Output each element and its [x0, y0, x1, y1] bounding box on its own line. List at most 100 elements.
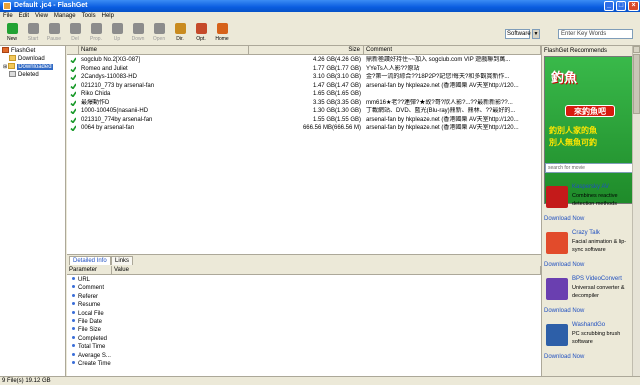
chevron-down-icon[interactable]: ▼: [532, 29, 540, 39]
recommend-item[interactable]: WashandGo PC scrubbing brush software Down…: [544, 322, 634, 366]
file-name: 0064 by arsenal-fan: [81, 125, 135, 131]
folder-icon: [9, 55, 16, 61]
column-header-status[interactable]: [67, 46, 79, 55]
completed-check-icon: [70, 108, 76, 114]
down-icon: [132, 23, 144, 34]
file-size: 666.56 MB(666.56 M): [302, 125, 361, 131]
fishing-game-ad[interactable]: 釣魚 來釣魚吧 釣別人家的魚 別人無魚可釣: [544, 56, 634, 204]
folder-icon: [8, 63, 16, 69]
status-bar: 9 File(s) 19.12 GB: [0, 376, 640, 385]
scroll-thumb[interactable]: [633, 54, 640, 114]
column-header-size[interactable]: Size: [249, 46, 364, 55]
tree-root[interactable]: FlashGet: [2, 47, 35, 55]
category-tree: FlashGet Download ⊞ Downloaded Deleted: [0, 46, 66, 376]
download-now-link[interactable]: Download Now: [544, 308, 584, 314]
toolbar-dir-button[interactable]: Dir.: [171, 23, 189, 42]
menu-manage[interactable]: Manage: [51, 13, 79, 19]
product-title[interactable]: WashandGo: [572, 322, 605, 328]
file-comment: arsenal-fan by hkpleaze.net (香港國樂 AV天室ht…: [366, 125, 519, 131]
detail-param: Referer: [67, 293, 98, 301]
download-now-link[interactable]: Download Now: [544, 216, 584, 222]
download-now-link[interactable]: Download Now: [544, 354, 584, 360]
maximize-button[interactable]: □: [616, 1, 626, 11]
column-header-parameter[interactable]: Parameter: [67, 266, 112, 275]
toolbar-open-button[interactable]: Open: [150, 23, 168, 42]
download-now-link[interactable]: Download Now: [544, 262, 584, 268]
download-list: Name Size Comment sogclub No.2[XG-087] 4.…: [67, 46, 541, 254]
product-desc: Facial animation & lip-sync software: [572, 239, 627, 253]
bullet-icon: [72, 319, 75, 322]
toolbar-del-button[interactable]: Del: [66, 23, 84, 42]
bullet-icon: [72, 293, 75, 297]
keyword-search-input[interactable]: Enter Key Words: [558, 29, 633, 39]
toolbar-prop-button[interactable]: Prop.: [87, 23, 105, 42]
menu-tools[interactable]: Tools: [79, 13, 99, 19]
start-icon: [27, 23, 39, 34]
del-icon: [69, 23, 81, 34]
prop-icon: [90, 23, 102, 34]
vertical-scrollbar[interactable]: [632, 46, 640, 376]
product-desc: Universal converter & decompiler: [572, 285, 625, 299]
tree-item-deleted[interactable]: Deleted: [9, 71, 39, 79]
up-icon: [111, 23, 123, 34]
completed-check-icon: [70, 66, 76, 72]
detail-param: Create Time: [67, 360, 111, 368]
close-button[interactable]: ×: [628, 1, 639, 11]
detail-param: Resume: [67, 301, 100, 309]
table-row[interactable]: 0064 by arsenal-fan 666.56 MB(666.56 M) ar…: [67, 124, 541, 133]
recommend-item[interactable]: BPS VideoConvert Universal converter & de…: [544, 276, 634, 320]
product-title[interactable]: Crazy Talk: [572, 230, 600, 236]
recommend-panel: FlashGet Recommends 釣魚 來釣魚吧 釣別人家的魚 別人無魚可…: [541, 46, 640, 376]
toolbar-start-button[interactable]: Start: [24, 23, 42, 42]
menu-help[interactable]: Help: [99, 13, 117, 19]
completed-check-icon: [70, 117, 76, 123]
home-icon: [216, 23, 228, 34]
pause-icon: [48, 23, 60, 34]
recommend-item[interactable]: Crazy Talk Facial animation & lip-sync so…: [544, 230, 634, 274]
product-desc: PC scrubbing brush software: [572, 331, 621, 345]
completed-check-icon: [70, 125, 76, 131]
bullet-icon: [72, 285, 75, 289]
menu-bar: File Edit View Manage Tools Help: [0, 12, 640, 21]
column-header-value[interactable]: Value: [112, 266, 541, 275]
bullet-icon: [72, 352, 75, 356]
movie-search-input[interactable]: search for movie: [545, 163, 633, 173]
tree-item-download[interactable]: Download: [9, 55, 45, 63]
ad-fish-button[interactable]: 來釣魚吧: [565, 105, 615, 117]
detail-param: File Size: [67, 326, 101, 334]
recommend-item[interactable]: Kaspersky AV Combines reactive detection …: [544, 184, 634, 228]
minimize-button[interactable]: _: [604, 1, 614, 11]
toolbar-pause-button[interactable]: Pause: [45, 23, 63, 42]
menu-edit[interactable]: Edit: [16, 13, 32, 19]
bullet-icon: [72, 327, 75, 331]
tree-item-downloaded[interactable]: ⊞ Downloaded: [3, 63, 53, 71]
toolbar-opt-button[interactable]: Opt.: [192, 23, 210, 42]
recommend-header: FlashGet Recommends: [544, 48, 608, 54]
detail-param: Comment: [67, 284, 104, 292]
menu-file[interactable]: File: [0, 13, 16, 19]
detail-table: Parameter Value URL Comment Referer Resume L…: [67, 266, 541, 377]
tab-links[interactable]: Links: [111, 256, 134, 265]
product-title[interactable]: Kaspersky AV: [572, 184, 609, 190]
toolbar-up-button[interactable]: Up: [108, 23, 126, 42]
search-category-select[interactable]: Software: [505, 29, 531, 39]
completed-check-icon: [70, 100, 76, 106]
product-title[interactable]: BPS VideoConvert: [572, 276, 622, 282]
detail-param: Completed: [67, 335, 107, 343]
window-title: Default .jc4 - FlashGet: [14, 2, 88, 9]
tab-detailed-info[interactable]: Detailed Info: [69, 256, 111, 265]
toolbar-down-button[interactable]: Down: [129, 23, 147, 42]
new-icon: [6, 23, 18, 34]
detail-param: File Date: [67, 318, 102, 326]
menu-view[interactable]: View: [32, 13, 51, 19]
product-logo-icon: [546, 186, 568, 208]
opt-icon: [195, 23, 207, 34]
scroll-up-button[interactable]: [633, 46, 640, 53]
bullet-icon: [72, 310, 75, 314]
detail-param: Local File: [67, 310, 104, 318]
column-header-comment[interactable]: Comment: [364, 46, 541, 55]
toolbar-new-button[interactable]: New: [3, 23, 21, 42]
toolbar-home-button[interactable]: Home: [213, 23, 231, 42]
bullet-icon: [72, 302, 75, 306]
column-header-name[interactable]: Name: [79, 46, 249, 55]
